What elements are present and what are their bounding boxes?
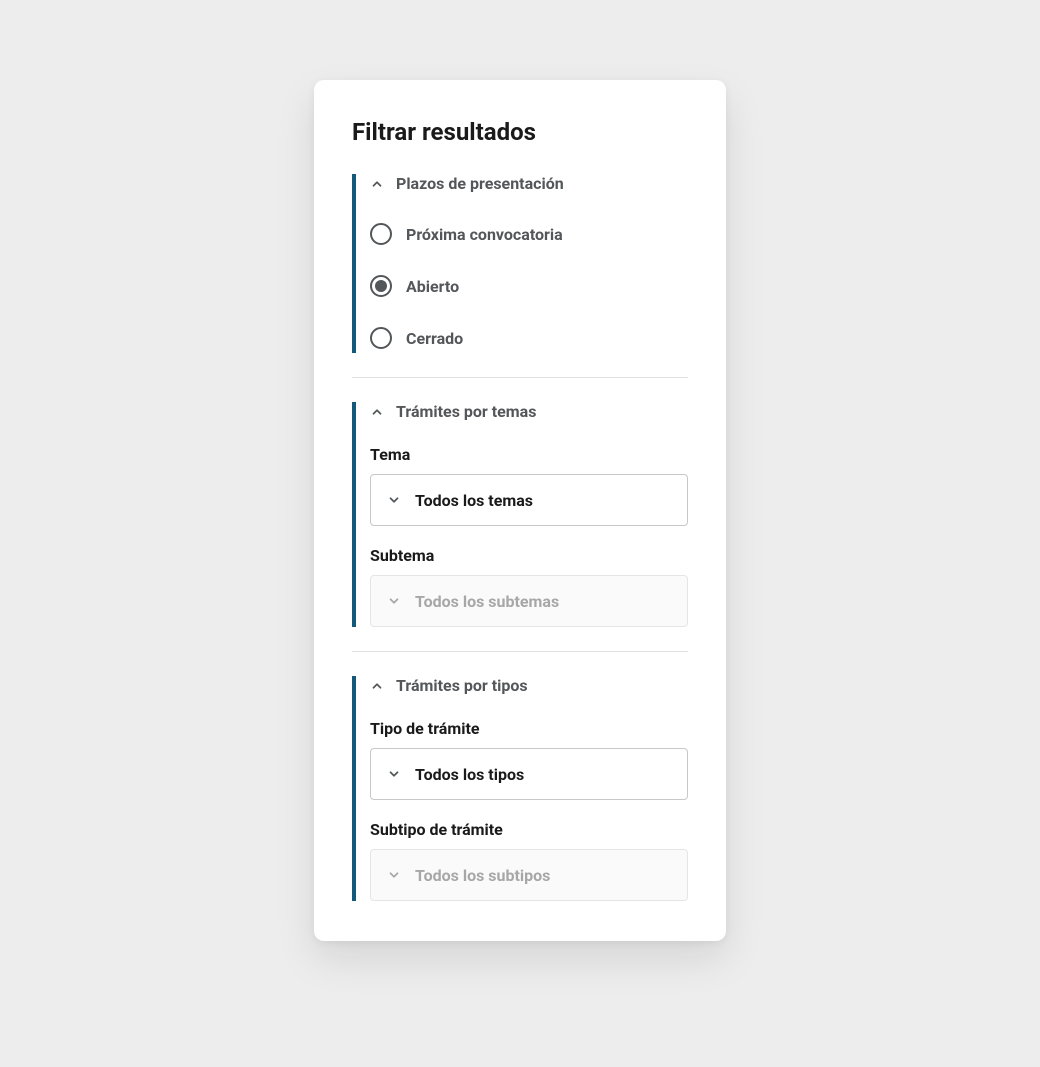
radio-label: Cerrado xyxy=(406,329,463,348)
field-subtipo: Subtipo de trámite Todos los subtipos xyxy=(370,820,688,901)
radio-list-plazos: Próxima convocatoria Abierto Cerrado xyxy=(370,223,688,353)
chevron-up-icon xyxy=(370,177,384,191)
radio-option-proxima[interactable]: Próxima convocatoria xyxy=(370,223,688,245)
field-label: Subtipo de trámite xyxy=(370,820,688,839)
chevron-down-icon xyxy=(387,767,401,781)
dropdown-value: Todos los tipos xyxy=(415,765,524,784)
radio-option-cerrado[interactable]: Cerrado xyxy=(370,327,688,349)
divider xyxy=(352,651,688,652)
dropdown-subtema: Todos los subtemas xyxy=(370,575,688,627)
section-tipos: Trámites por tipos Tipo de trámite Todos… xyxy=(352,676,688,901)
section-header-plazos[interactable]: Plazos de presentación xyxy=(370,174,688,193)
dropdown-value: Todos los subtemas xyxy=(415,592,559,611)
divider xyxy=(352,377,688,378)
dropdown-tipo[interactable]: Todos los tipos xyxy=(370,748,688,800)
chevron-down-icon xyxy=(387,594,401,608)
section-header-label: Trámites por temas xyxy=(396,402,536,421)
chevron-up-icon xyxy=(370,679,384,693)
field-tipo: Tipo de trámite Todos los tipos xyxy=(370,719,688,800)
dropdown-value: Todos los subtipos xyxy=(415,866,550,885)
field-tema: Tema Todos los temas xyxy=(370,445,688,526)
radio-icon xyxy=(370,223,392,245)
section-temas: Trámites por temas Tema Todos los temas … xyxy=(352,402,688,627)
field-label: Tipo de trámite xyxy=(370,719,688,738)
chevron-up-icon xyxy=(370,405,384,419)
section-header-tipos[interactable]: Trámites por tipos xyxy=(370,676,688,695)
dropdown-tema[interactable]: Todos los temas xyxy=(370,474,688,526)
section-header-label: Trámites por tipos xyxy=(396,676,528,695)
dropdown-subtipo: Todos los subtipos xyxy=(370,849,688,901)
section-header-label: Plazos de presentación xyxy=(396,174,564,193)
chevron-down-icon xyxy=(387,493,401,507)
dropdown-value: Todos los temas xyxy=(415,491,533,510)
radio-label: Próxima convocatoria xyxy=(406,225,563,244)
field-label: Tema xyxy=(370,445,688,464)
field-label: Subtema xyxy=(370,546,688,565)
radio-label: Abierto xyxy=(406,277,459,296)
radio-option-abierto[interactable]: Abierto xyxy=(370,275,688,297)
section-plazos: Plazos de presentación Próxima convocato… xyxy=(352,174,688,353)
panel-title: Filtrar resultados xyxy=(352,118,688,146)
field-subtema: Subtema Todos los subtemas xyxy=(370,546,688,627)
section-header-temas[interactable]: Trámites por temas xyxy=(370,402,688,421)
filter-panel: Filtrar resultados Plazos de presentació… xyxy=(314,80,726,941)
chevron-down-icon xyxy=(387,868,401,882)
radio-icon xyxy=(370,275,392,297)
radio-icon xyxy=(370,327,392,349)
